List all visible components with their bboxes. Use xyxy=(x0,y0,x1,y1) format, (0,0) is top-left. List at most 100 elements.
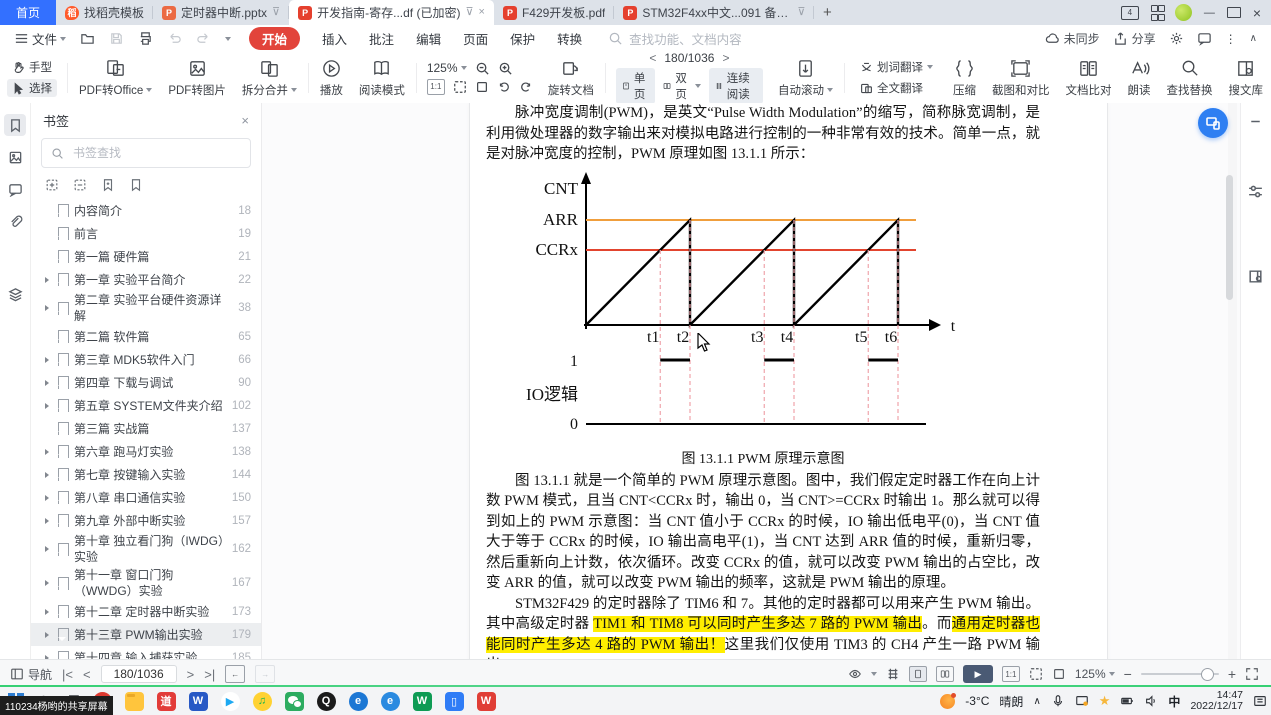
single-page-view-button[interactable] xyxy=(909,666,927,682)
microphone-icon[interactable] xyxy=(1051,694,1065,708)
continuous-toggle[interactable]: 连续阅读 xyxy=(709,68,763,104)
attachments-panel-button[interactable] xyxy=(4,210,26,232)
vertical-scrollbar[interactable] xyxy=(1228,103,1237,659)
speaker-icon[interactable] xyxy=(1144,694,1158,708)
first-page-button[interactable]: |< xyxy=(62,667,73,682)
bookmark-item[interactable]: 第六章 跑马灯实验138 xyxy=(31,440,261,463)
apps-grid-icon[interactable] xyxy=(1151,5,1163,21)
close-button[interactable]: × xyxy=(1253,5,1261,21)
bookmark-item[interactable]: 第九章 外部中断实验157 xyxy=(31,509,261,532)
bookmark-item[interactable]: 前言19 xyxy=(31,222,261,245)
fit-page-icon[interactable] xyxy=(475,80,489,94)
screenshot-compare-button[interactable]: 截图和对比 xyxy=(984,58,1058,98)
scroll-up-icon[interactable] xyxy=(1247,113,1265,131)
search-library-button[interactable]: 搜文库 xyxy=(1221,58,1271,98)
zoom-out-button[interactable]: − xyxy=(1124,666,1132,682)
bookmarks-panel-button[interactable] xyxy=(4,114,26,136)
bookmark-item[interactable]: 第十四章 输入捕获实验185 xyxy=(31,646,261,659)
double-page-toggle[interactable]: 双页 xyxy=(657,68,707,104)
word-translate-button[interactable]: 划词翻译 xyxy=(855,58,938,76)
bookmark-item[interactable]: 第七章 按键输入实验144 xyxy=(31,463,261,486)
more-options-icon[interactable]: ⋮ xyxy=(1225,32,1237,46)
bookmark-item[interactable]: 第三章 MDK5软件入门66 xyxy=(31,348,261,371)
double-page-view-button[interactable] xyxy=(936,666,954,682)
menu-tab-保护[interactable]: 保护 xyxy=(510,29,535,48)
save-button[interactable] xyxy=(109,31,124,46)
gear-icon[interactable] xyxy=(1169,31,1184,46)
bookmark-item[interactable]: 第一章 实验平台简介22 xyxy=(31,268,261,291)
bookmark-item[interactable]: 内容简介18 xyxy=(31,199,261,222)
locate-bookmark-icon[interactable] xyxy=(101,178,115,192)
bookmark-item[interactable]: 第二篇 软件篇65 xyxy=(31,325,261,348)
expand-all-icon[interactable] xyxy=(45,178,59,192)
battery-icon[interactable] xyxy=(1120,694,1134,708)
search-library-side-icon[interactable] xyxy=(1247,268,1265,286)
single-page-toggle[interactable]: 单页 xyxy=(616,68,656,104)
tab-document-1[interactable]: 稻找稻壳模板 xyxy=(56,0,153,25)
actual-size-button[interactable]: 1:1 xyxy=(1002,666,1020,682)
expand-arrow-icon[interactable] xyxy=(45,518,53,524)
restore-button[interactable] xyxy=(1227,7,1241,18)
presentation-play-button[interactable]: ▶ xyxy=(963,665,993,683)
taskbar-app-blue-e-app[interactable]: e xyxy=(381,692,400,711)
display-settings-icon[interactable] xyxy=(1247,183,1265,201)
bookmark-item[interactable]: 第十三章 PWM输出实验179 xyxy=(31,623,261,646)
tab-close-icon[interactable]: × xyxy=(479,7,485,18)
taskbar-app-qq-music[interactable]: ♫ xyxy=(253,692,272,711)
zoom-out-icon[interactable] xyxy=(475,61,490,76)
panel-close-icon[interactable]: × xyxy=(241,113,249,128)
expand-arrow-icon[interactable] xyxy=(45,305,53,311)
bookmark-item[interactable]: 第一篇 硬件篇21 xyxy=(31,245,261,268)
select-tool[interactable]: 选择 xyxy=(7,79,57,97)
full-translate-button[interactable]: 全文翻译 xyxy=(855,79,938,97)
tab-manager-icon[interactable]: 4 xyxy=(1121,6,1139,20)
add-bookmark-icon[interactable] xyxy=(129,178,143,192)
pin-icon[interactable]: ⊽ xyxy=(797,7,805,18)
bookmark-item[interactable]: 第十一章 窗口门狗（WWDG）实验167 xyxy=(31,566,261,600)
taskbar-app-edge[interactable]: e xyxy=(349,692,368,711)
page-indicator[interactable]: 180/1036 xyxy=(664,51,714,65)
menu-tab-转换[interactable]: 转换 xyxy=(557,29,582,48)
bookmark-item[interactable]: 第八章 串口通信实验150 xyxy=(31,486,261,509)
taskbar-app-tencent-video[interactable]: ▶ xyxy=(221,692,240,711)
bookmark-search[interactable] xyxy=(41,138,251,168)
weather-icon[interactable] xyxy=(940,694,955,709)
pin-icon[interactable]: ⊽ xyxy=(272,7,280,18)
read-aloud-button[interactable]: 朗读 xyxy=(1120,58,1159,98)
nav-toggle[interactable]: 导航 xyxy=(10,666,52,683)
expand-arrow-icon[interactable] xyxy=(45,403,53,409)
hand-tool[interactable]: 手型 xyxy=(7,58,57,76)
last-page-button[interactable]: >| xyxy=(204,667,215,682)
actual-size-button[interactable]: 1:1 xyxy=(427,79,445,95)
fullscreen-icon[interactable] xyxy=(1245,667,1259,681)
rotate-left-icon[interactable] xyxy=(497,80,511,94)
fit-page-icon[interactable] xyxy=(1052,667,1066,681)
zoom-slider[interactable] xyxy=(1141,673,1219,675)
rotate-doc-button[interactable]: 旋转文档 xyxy=(540,58,602,98)
tab-document-2[interactable]: P定时器中断.pptx⊽ xyxy=(153,0,289,25)
expand-arrow-icon[interactable] xyxy=(45,277,53,283)
print-button[interactable] xyxy=(138,31,153,46)
next-page-button[interactable]: > xyxy=(187,667,195,682)
zoom-in-icon[interactable] xyxy=(498,61,513,76)
bookmark-item[interactable]: 第三篇 实战篇137 xyxy=(31,417,261,440)
eye-protect-icon[interactable] xyxy=(848,667,862,681)
weather-temp[interactable]: -3°C xyxy=(965,694,989,708)
pdf-to-image-button[interactable]: PDF转图片 xyxy=(160,58,234,98)
menu-tab-插入[interactable]: 插入 xyxy=(322,29,347,48)
zoom-level-select[interactable]: 125% xyxy=(1075,667,1115,681)
split-merge-button[interactable]: 拆分合并 xyxy=(234,58,305,98)
taskbar-app-file-explorer[interactable] xyxy=(125,692,144,711)
taskbar-app-youdao-dict[interactable]: 道 xyxy=(157,692,176,711)
tab-home[interactable]: 首页 xyxy=(0,0,56,25)
taskbar-app-word[interactable]: W xyxy=(189,692,208,711)
auto-scroll-button[interactable]: 自动滚动 xyxy=(770,58,841,98)
layers-panel-button[interactable] xyxy=(4,283,26,305)
expand-arrow-icon[interactable] xyxy=(45,609,53,615)
bookmark-item[interactable]: 第十二章 定时器中断实验173 xyxy=(31,600,261,623)
screen-share-icon[interactable] xyxy=(1075,694,1089,708)
collapse-toolbar-icon[interactable]: ∧ xyxy=(1250,33,1257,44)
history-back-button[interactable]: ← xyxy=(225,665,245,683)
notification-center-icon[interactable] xyxy=(1253,694,1267,708)
fit-width-icon[interactable] xyxy=(453,80,467,94)
